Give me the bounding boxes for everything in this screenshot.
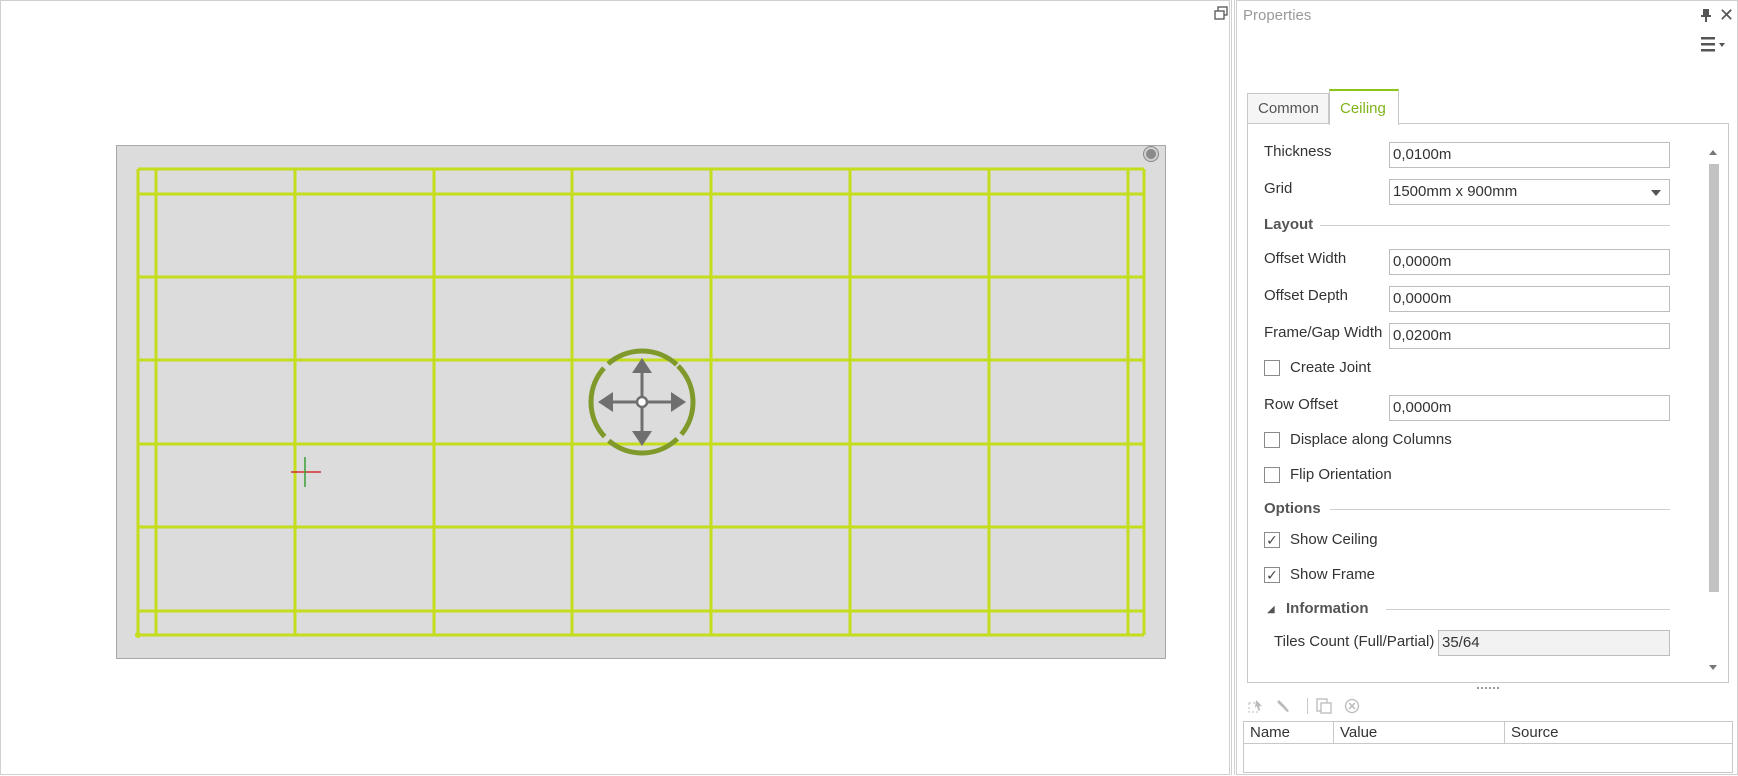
scroll-down-icon[interactable] <box>1709 665 1717 670</box>
attribute-table-body[interactable] <box>1243 743 1733 773</box>
create-joint-checkbox[interactable] <box>1264 360 1280 376</box>
panel-title: Properties <box>1243 7 1312 24</box>
tab-common[interactable]: Common <box>1247 93 1329 124</box>
panel-splitter[interactable] <box>1231 0 1235 775</box>
flip-orientation-checkbox[interactable] <box>1264 467 1280 483</box>
show-ceiling-checkbox[interactable]: ✓ <box>1264 532 1280 548</box>
tiles-count-label: Tiles Count (Full/Partial) <box>1274 633 1435 650</box>
attribute-table-header: Name Value Source <box>1243 721 1733 744</box>
frame-gap-width-label: Frame/Gap Width <box>1264 324 1383 341</box>
tiles-count-field: 35/64 <box>1438 630 1670 656</box>
row-offset-field[interactable]: 0,0000m <box>1389 395 1670 421</box>
ceiling-grid <box>135 167 1146 638</box>
grid-label: Grid <box>1264 180 1293 197</box>
show-frame-label[interactable]: Show Frame <box>1290 566 1375 583</box>
frame-gap-width-field[interactable]: 0,0200m <box>1389 323 1670 349</box>
information-section-header: Information <box>1286 600 1369 617</box>
tab-ceiling[interactable]: Ceiling <box>1329 89 1399 125</box>
create-joint-label[interactable]: Create Joint <box>1290 359 1371 376</box>
scroll-thumb[interactable] <box>1709 164 1719 592</box>
menu-icon[interactable] <box>1693 35 1729 53</box>
viewport[interactable] <box>0 0 1230 775</box>
scroll-up-icon[interactable] <box>1709 150 1717 155</box>
offset-width-field[interactable]: 0,0000m <box>1389 249 1670 275</box>
offset-depth-label: Offset Depth <box>1264 287 1348 304</box>
displace-columns-label[interactable]: Displace along Columns <box>1290 431 1452 448</box>
options-section-header: Options <box>1264 500 1321 517</box>
layout-section-header: Layout <box>1264 216 1314 233</box>
ceiling-tab-content: Thickness 0,0100m Grid 1500mm x 900mm La… <box>1247 123 1729 683</box>
grid-origin-dot <box>135 632 141 638</box>
properties-panel: Properties ✕ Common Ceiling Thickness 0,… <box>1236 0 1738 775</box>
thickness-field[interactable]: 0,0100m <box>1389 142 1670 168</box>
attribute-toolbar <box>1247 697 1447 715</box>
show-ceiling-label[interactable]: Show Ceiling <box>1290 531 1378 548</box>
offset-depth-field[interactable]: 0,0000m <box>1389 286 1670 312</box>
pin-icon[interactable] <box>1699 7 1713 23</box>
collapse-triangle-icon[interactable]: ◢ <box>1267 604 1275 615</box>
section-divider <box>1330 509 1670 510</box>
chevron-down-icon[interactable] <box>1651 190 1661 196</box>
delete-icon[interactable] <box>1343 697 1361 715</box>
show-frame-checkbox[interactable]: ✓ <box>1264 567 1280 583</box>
brush-icon[interactable] <box>1275 697 1293 715</box>
move-gizmo-icon[interactable] <box>570 330 714 474</box>
select-icon[interactable] <box>1247 697 1265 715</box>
column-header-source[interactable]: Source <box>1505 722 1732 743</box>
properties-scrollbar[interactable] <box>1707 150 1719 670</box>
row-offset-label: Row Offset <box>1264 396 1338 413</box>
grid-dropdown[interactable]: 1500mm x 900mm <box>1389 179 1670 205</box>
offset-width-label: Offset Width <box>1264 250 1347 267</box>
thickness-label: Thickness <box>1264 143 1332 160</box>
section-divider <box>1320 225 1670 226</box>
column-header-value[interactable]: Value <box>1334 722 1505 743</box>
grid-dropdown-value: 1500mm x 900mm <box>1393 183 1518 200</box>
close-icon[interactable]: ✕ <box>1719 6 1734 24</box>
displace-columns-checkbox[interactable] <box>1264 432 1280 448</box>
flip-orientation-label[interactable]: Flip Orientation <box>1290 466 1392 483</box>
section-divider <box>1386 609 1670 610</box>
column-header-name[interactable]: Name <box>1244 722 1334 743</box>
toolbar-separator <box>1307 698 1308 714</box>
resize-grip[interactable] <box>1477 687 1499 690</box>
copy-icon[interactable] <box>1315 697 1333 715</box>
